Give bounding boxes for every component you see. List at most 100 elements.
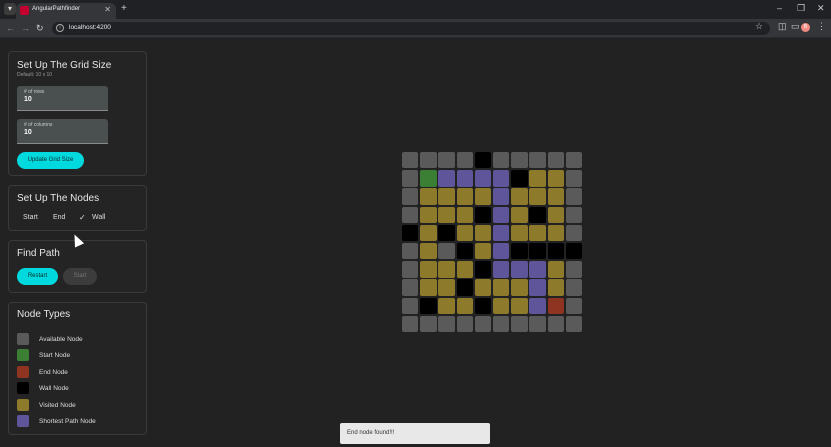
restart-button[interactable]: Restart bbox=[17, 268, 58, 285]
grid-cell-shortest-path[interactable] bbox=[456, 170, 473, 187]
address-bar[interactable]: i localhost:4200 bbox=[52, 22, 770, 35]
grid-cell-shortest-path[interactable] bbox=[529, 279, 546, 296]
grid-cell-shortest-path[interactable] bbox=[438, 170, 455, 187]
tab-search-icon[interactable]: ▾ bbox=[4, 3, 16, 15]
window-close-icon[interactable]: ✕ bbox=[817, 3, 825, 14]
grid-cell-visited[interactable] bbox=[474, 188, 492, 205]
grid-cell-wall[interactable] bbox=[438, 224, 455, 242]
grid-cell-visited[interactable] bbox=[547, 224, 564, 242]
browser-tab[interactable]: AngularPathfinder ✕ bbox=[16, 3, 116, 19]
grid-cell-available[interactable] bbox=[565, 279, 583, 296]
grid-cell-shortest-path[interactable] bbox=[492, 206, 510, 223]
forward-icon[interactable]: → bbox=[21, 22, 30, 34]
grid-cell-shortest-path[interactable] bbox=[492, 261, 510, 278]
grid-cell-visited[interactable] bbox=[547, 261, 564, 278]
grid-cell-visited[interactable] bbox=[547, 206, 564, 223]
update-grid-size-button[interactable]: Update Grid Size bbox=[17, 152, 84, 169]
grid-cell-available[interactable] bbox=[456, 315, 473, 333]
restore-icon[interactable]: ❐ bbox=[797, 3, 805, 14]
grid-cell-available[interactable] bbox=[456, 152, 473, 169]
grid-cell-shortest-path[interactable] bbox=[492, 170, 510, 187]
grid-cell-visited[interactable] bbox=[456, 206, 473, 223]
grid-cell-wall[interactable] bbox=[474, 152, 492, 169]
start-button[interactable]: Start bbox=[63, 268, 97, 285]
grid-cell-available[interactable] bbox=[565, 170, 583, 187]
grid-cell-visited[interactable] bbox=[492, 297, 510, 314]
grid-cell-shortest-path[interactable] bbox=[474, 170, 492, 187]
grid-cell-wall[interactable] bbox=[456, 242, 473, 260]
grid-cell-available[interactable] bbox=[565, 261, 583, 278]
browser-menu-icon[interactable]: ⋮ bbox=[817, 21, 826, 32]
rows-value[interactable]: 10 bbox=[24, 96, 32, 103]
grid-cell-wall[interactable] bbox=[529, 242, 546, 260]
side-panel-icon[interactable]: ▭ bbox=[791, 21, 800, 32]
grid-cell-visited[interactable] bbox=[438, 297, 455, 314]
grid-cell-wall[interactable] bbox=[511, 242, 528, 260]
site-info-icon[interactable]: i bbox=[56, 24, 64, 32]
grid-cell-wall[interactable] bbox=[456, 279, 473, 296]
grid-cell-available[interactable] bbox=[402, 297, 419, 314]
grid-cell-shortest-path[interactable] bbox=[529, 261, 546, 278]
columns-field[interactable]: # of columns 10 bbox=[17, 119, 108, 144]
grid-cell-shortest-path[interactable] bbox=[529, 297, 546, 314]
grid-cell-wall[interactable] bbox=[420, 297, 437, 314]
bookmark-star-icon[interactable]: ☆ bbox=[755, 21, 763, 32]
columns-value[interactable]: 10 bbox=[24, 129, 32, 136]
grid-cell-visited[interactable] bbox=[420, 242, 437, 260]
grid-cell-shortest-path[interactable] bbox=[492, 242, 510, 260]
rows-field[interactable]: # of rows 10 bbox=[17, 86, 108, 111]
tab-close-icon[interactable]: ✕ bbox=[104, 5, 111, 14]
grid-cell-shortest-path[interactable] bbox=[511, 261, 528, 278]
grid-cell-wall[interactable] bbox=[474, 297, 492, 314]
new-tab-button[interactable]: + bbox=[121, 3, 127, 15]
grid-cell-end[interactable] bbox=[547, 297, 564, 314]
grid-cell-visited[interactable] bbox=[420, 261, 437, 278]
grid-cell-available[interactable] bbox=[402, 170, 419, 187]
grid-cell-visited[interactable] bbox=[529, 170, 546, 187]
grid-cell-visited[interactable] bbox=[456, 261, 473, 278]
grid-cell-wall[interactable] bbox=[565, 242, 583, 260]
grid-cell-visited[interactable] bbox=[474, 242, 492, 260]
grid-cell-visited[interactable] bbox=[456, 224, 473, 242]
grid-cell-visited[interactable] bbox=[529, 224, 546, 242]
grid-cell-visited[interactable] bbox=[420, 206, 437, 223]
grid-cell-available[interactable] bbox=[492, 315, 510, 333]
node-option-start[interactable]: Start bbox=[23, 214, 38, 221]
grid-cell-wall[interactable] bbox=[511, 170, 528, 187]
grid-cell-visited[interactable] bbox=[438, 206, 455, 223]
grid-cell-visited[interactable] bbox=[474, 224, 492, 242]
grid-cell-visited[interactable] bbox=[511, 279, 528, 296]
grid-cell-wall[interactable] bbox=[529, 206, 546, 223]
reload-icon[interactable]: ↻ bbox=[36, 22, 44, 34]
grid-cell-start[interactable] bbox=[420, 170, 437, 187]
grid-cell-visited[interactable] bbox=[456, 297, 473, 314]
grid-cell-available[interactable] bbox=[565, 315, 583, 333]
grid-cell-visited[interactable] bbox=[511, 206, 528, 223]
back-icon[interactable]: ← bbox=[6, 22, 15, 34]
grid-cell-available[interactable] bbox=[565, 206, 583, 223]
grid-cell-visited[interactable] bbox=[492, 279, 510, 296]
grid-cell-available[interactable] bbox=[511, 152, 528, 169]
grid-cell-available[interactable] bbox=[402, 188, 419, 205]
node-option-end[interactable]: End bbox=[53, 214, 65, 221]
grid-cell-available[interactable] bbox=[438, 152, 455, 169]
grid-cell-available[interactable] bbox=[565, 152, 583, 169]
grid-cell-visited[interactable] bbox=[420, 224, 437, 242]
grid-cell-shortest-path[interactable] bbox=[492, 188, 510, 205]
grid-cell-available[interactable] bbox=[474, 315, 492, 333]
grid-cell-available[interactable] bbox=[438, 315, 455, 333]
grid-cell-visited[interactable] bbox=[438, 279, 455, 296]
grid-cell-available[interactable] bbox=[402, 279, 419, 296]
grid-cell-available[interactable] bbox=[565, 188, 583, 205]
profile-avatar[interactable]: B bbox=[801, 23, 810, 32]
grid-cell-available[interactable] bbox=[420, 315, 437, 333]
grid-cell-visited[interactable] bbox=[511, 297, 528, 314]
grid-cell-available[interactable] bbox=[492, 152, 510, 169]
grid-cell-available[interactable] bbox=[529, 152, 546, 169]
grid-cell-available[interactable] bbox=[529, 315, 546, 333]
grid-cell-visited[interactable] bbox=[547, 188, 564, 205]
grid-cell-available[interactable] bbox=[402, 206, 419, 223]
grid-cell-available[interactable] bbox=[402, 242, 419, 260]
grid-cell-available[interactable] bbox=[438, 242, 455, 260]
grid-cell-available[interactable] bbox=[547, 315, 564, 333]
